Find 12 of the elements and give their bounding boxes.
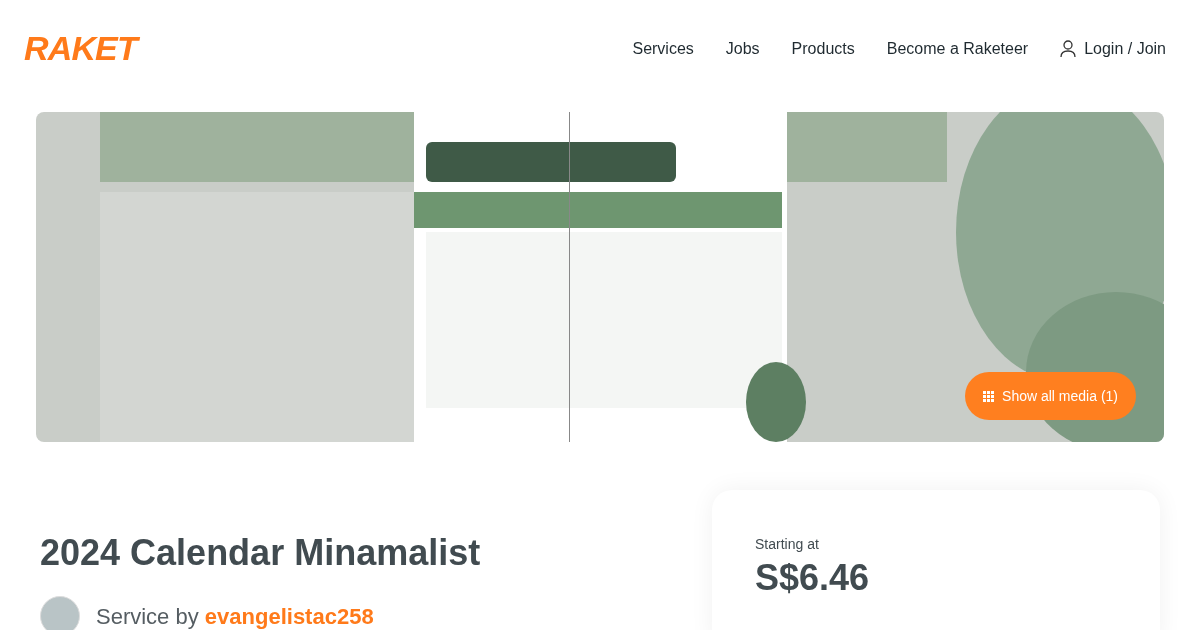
price-label: Starting at	[755, 535, 820, 554]
login-link[interactable]: Login / Join	[1060, 36, 1166, 61]
nav-link[interactable]: Products	[791, 36, 855, 61]
user-icon	[1060, 39, 1077, 58]
nav-link[interactable]: Services	[632, 36, 694, 61]
nav-link[interactable]: Jobs	[725, 36, 760, 61]
price: S$6.46	[755, 556, 871, 600]
avatar	[40, 596, 80, 630]
grid-icon	[983, 390, 995, 402]
service-title: 2024 Calendar Minamalist	[40, 531, 481, 575]
seller-line: Service by evangelistac258	[96, 602, 374, 630]
nav-link[interactable]: Become a Raketeer	[886, 36, 1029, 61]
